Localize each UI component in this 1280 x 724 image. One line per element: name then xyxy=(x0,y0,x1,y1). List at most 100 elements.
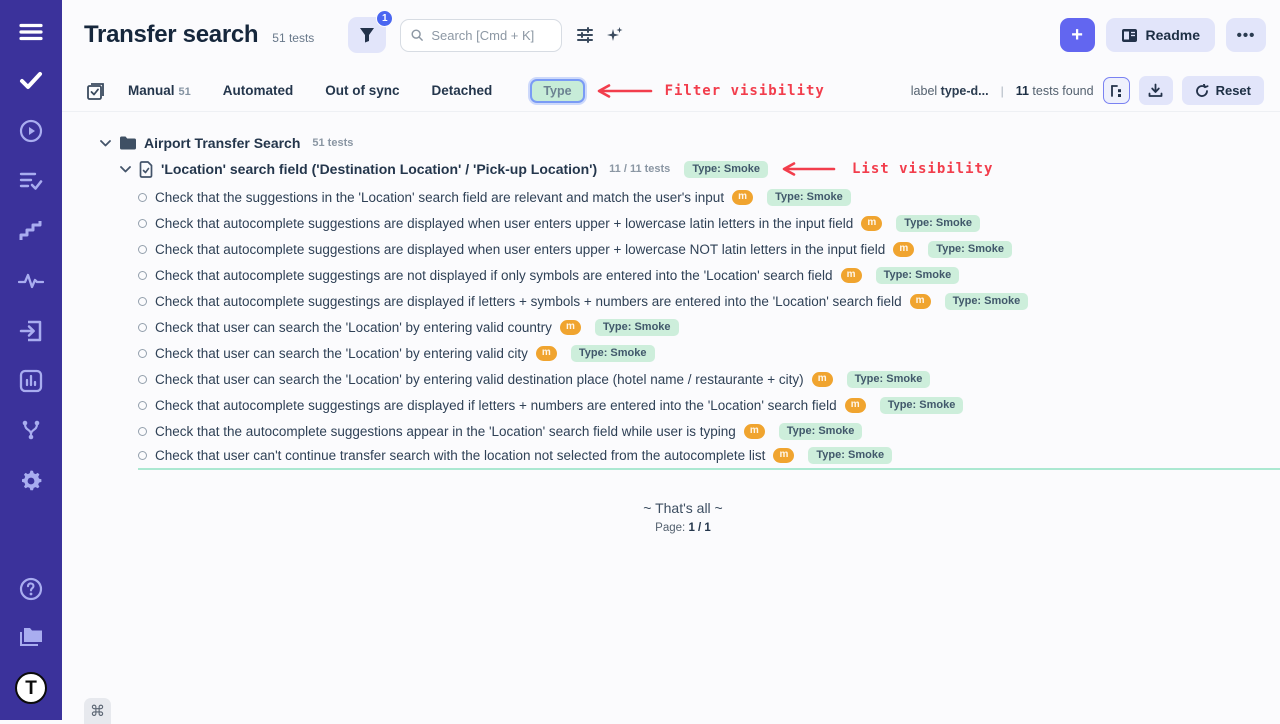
test-row[interactable]: Check that the suggestions in the 'Locat… xyxy=(138,184,1280,210)
tests-check-icon[interactable] xyxy=(18,68,44,94)
document-icon xyxy=(139,161,153,178)
page-header: Transfer search 51 tests 1 + Readme ••• xyxy=(62,0,1280,70)
test-title[interactable]: Check that autocomplete suggestings are … xyxy=(155,268,833,283)
chevron-down-icon[interactable] xyxy=(120,166,131,173)
ai-sparkle-icon[interactable] xyxy=(600,20,630,50)
manual-badge: m xyxy=(732,190,753,205)
folder-name[interactable]: Airport Transfer Search xyxy=(144,135,300,151)
filter-button[interactable]: 1 xyxy=(348,17,386,53)
test-title[interactable]: Check that user can search the 'Location… xyxy=(155,372,804,387)
test-title[interactable]: Check that user can search the 'Location… xyxy=(155,320,552,335)
manual-badge: m xyxy=(893,242,914,257)
test-plans-icon[interactable] xyxy=(18,168,44,194)
tab-manual-label: Manual xyxy=(128,83,175,98)
test-status-icon xyxy=(138,323,147,332)
type-smoke-badge: Type: Smoke xyxy=(808,447,892,464)
chevron-down-icon[interactable] xyxy=(100,140,111,147)
hamburger-menu-icon[interactable] xyxy=(0,0,62,64)
type-filter-chip[interactable]: Type xyxy=(530,79,584,103)
type-smoke-badge: Type: Smoke xyxy=(896,215,980,232)
tab-detached[interactable]: Detached xyxy=(432,83,493,98)
folder-row[interactable]: Airport Transfer Search 51 tests xyxy=(100,130,1280,156)
test-title[interactable]: Check that autocomplete suggestings are … xyxy=(155,294,902,309)
suite-name[interactable]: 'Location' search field ('Destination Lo… xyxy=(161,161,597,177)
test-row[interactable]: Check that autocomplete suggestions are … xyxy=(138,210,1280,236)
test-row[interactable]: Check that user can't continue transfer … xyxy=(138,444,1280,470)
test-list: Check that the suggestions in the 'Locat… xyxy=(86,184,1280,470)
type-smoke-badge: Type: Smoke xyxy=(684,161,768,178)
type-smoke-badge: Type: Smoke xyxy=(945,293,1029,310)
filter-count-badge: 1 xyxy=(376,10,393,27)
download-button[interactable] xyxy=(1139,76,1173,105)
search-icon xyxy=(411,28,423,42)
import-icon[interactable] xyxy=(18,318,44,344)
test-title[interactable]: Check that autocomplete suggestions are … xyxy=(155,242,885,257)
app-sidebar: T xyxy=(0,0,62,720)
tab-out-of-sync[interactable]: Out of sync xyxy=(325,83,399,98)
test-title[interactable]: Check that autocomplete suggestions are … xyxy=(155,216,853,231)
command-key-button[interactable]: ⌘ xyxy=(84,698,111,724)
type-smoke-badge: Type: Smoke xyxy=(928,241,1012,258)
test-row[interactable]: Check that user can search the 'Location… xyxy=(138,366,1280,392)
app-logo[interactable]: T xyxy=(15,672,47,704)
test-title[interactable]: Check that user can search the 'Location… xyxy=(155,346,528,361)
filter-bar: Manual 51 Automated Out of sync Detached… xyxy=(62,70,1280,112)
select-all-icon[interactable] xyxy=(86,81,106,101)
test-row[interactable]: Check that autocomplete suggestings are … xyxy=(138,392,1280,418)
test-title[interactable]: Check that the autocomplete suggestions … xyxy=(155,424,736,439)
test-title[interactable]: Check that user can't continue transfer … xyxy=(155,448,765,463)
more-menu-button[interactable]: ••• xyxy=(1226,18,1266,52)
folder-icon xyxy=(119,136,136,150)
test-status-icon xyxy=(138,451,147,460)
reset-label: Reset xyxy=(1216,83,1251,98)
suite-row[interactable]: 'Location' search field ('Destination Lo… xyxy=(120,156,1280,182)
list-footer: ~ That's all ~ Page: 1 / 1 xyxy=(86,500,1280,534)
book-icon xyxy=(1121,28,1138,43)
test-status-icon xyxy=(138,271,147,280)
test-title[interactable]: Check that autocomplete suggestings are … xyxy=(155,398,837,413)
funnel-icon xyxy=(359,27,375,43)
test-row[interactable]: Check that the autocomplete suggestions … xyxy=(138,418,1280,444)
test-status-icon xyxy=(138,297,147,306)
tests-count: 51 tests xyxy=(272,31,314,45)
end-of-list-text: ~ That's all ~ xyxy=(86,500,1280,516)
test-tree: Airport Transfer Search 51 tests 'Locati… xyxy=(62,112,1280,534)
runs-play-icon[interactable] xyxy=(18,118,44,144)
reset-button[interactable]: Reset xyxy=(1182,76,1264,105)
test-title[interactable]: Check that the suggestions in the 'Locat… xyxy=(155,190,724,205)
type-smoke-badge: Type: Smoke xyxy=(847,371,931,388)
manual-badge: m xyxy=(841,268,862,283)
tab-manual[interactable]: Manual 51 xyxy=(128,83,191,98)
type-smoke-badge: Type: Smoke xyxy=(876,267,960,284)
test-row[interactable]: Check that user can search the 'Location… xyxy=(138,340,1280,366)
test-row[interactable]: Check that autocomplete suggestions are … xyxy=(138,236,1280,262)
annotation-filter-visibility: Filter visibility xyxy=(665,83,825,99)
add-button[interactable]: + xyxy=(1060,18,1095,52)
tree-view-toggle[interactable] xyxy=(1103,77,1130,104)
tab-automated[interactable]: Automated xyxy=(223,83,294,98)
readme-button[interactable]: Readme xyxy=(1106,18,1215,52)
test-row[interactable]: Check that autocomplete suggestings are … xyxy=(138,288,1280,314)
type-smoke-badge: Type: Smoke xyxy=(767,189,851,206)
activity-pulse-icon[interactable] xyxy=(18,268,44,294)
page-title: Transfer search xyxy=(84,21,258,49)
steps-stairs-icon[interactable] xyxy=(18,218,44,244)
manual-badge: m xyxy=(744,424,765,439)
test-status-icon xyxy=(138,219,147,228)
search-box[interactable] xyxy=(400,19,562,52)
manual-badge: m xyxy=(910,294,931,309)
help-icon[interactable] xyxy=(18,576,44,602)
search-input[interactable] xyxy=(431,28,551,43)
branches-icon[interactable] xyxy=(18,418,44,444)
pagination: Page: 1 / 1 xyxy=(86,522,1280,534)
manual-badge: m xyxy=(560,320,581,335)
tab-detached-label: Detached xyxy=(432,83,493,98)
view-options-icon[interactable] xyxy=(570,20,600,50)
settings-gear-icon[interactable] xyxy=(18,468,44,494)
type-smoke-badge: Type: Smoke xyxy=(595,319,679,336)
reports-chart-icon[interactable] xyxy=(18,368,44,394)
test-row[interactable]: Check that user can search the 'Location… xyxy=(138,314,1280,340)
test-status-icon xyxy=(138,349,147,358)
docs-folder-icon[interactable] xyxy=(18,624,44,650)
test-row[interactable]: Check that autocomplete suggestings are … xyxy=(138,262,1280,288)
